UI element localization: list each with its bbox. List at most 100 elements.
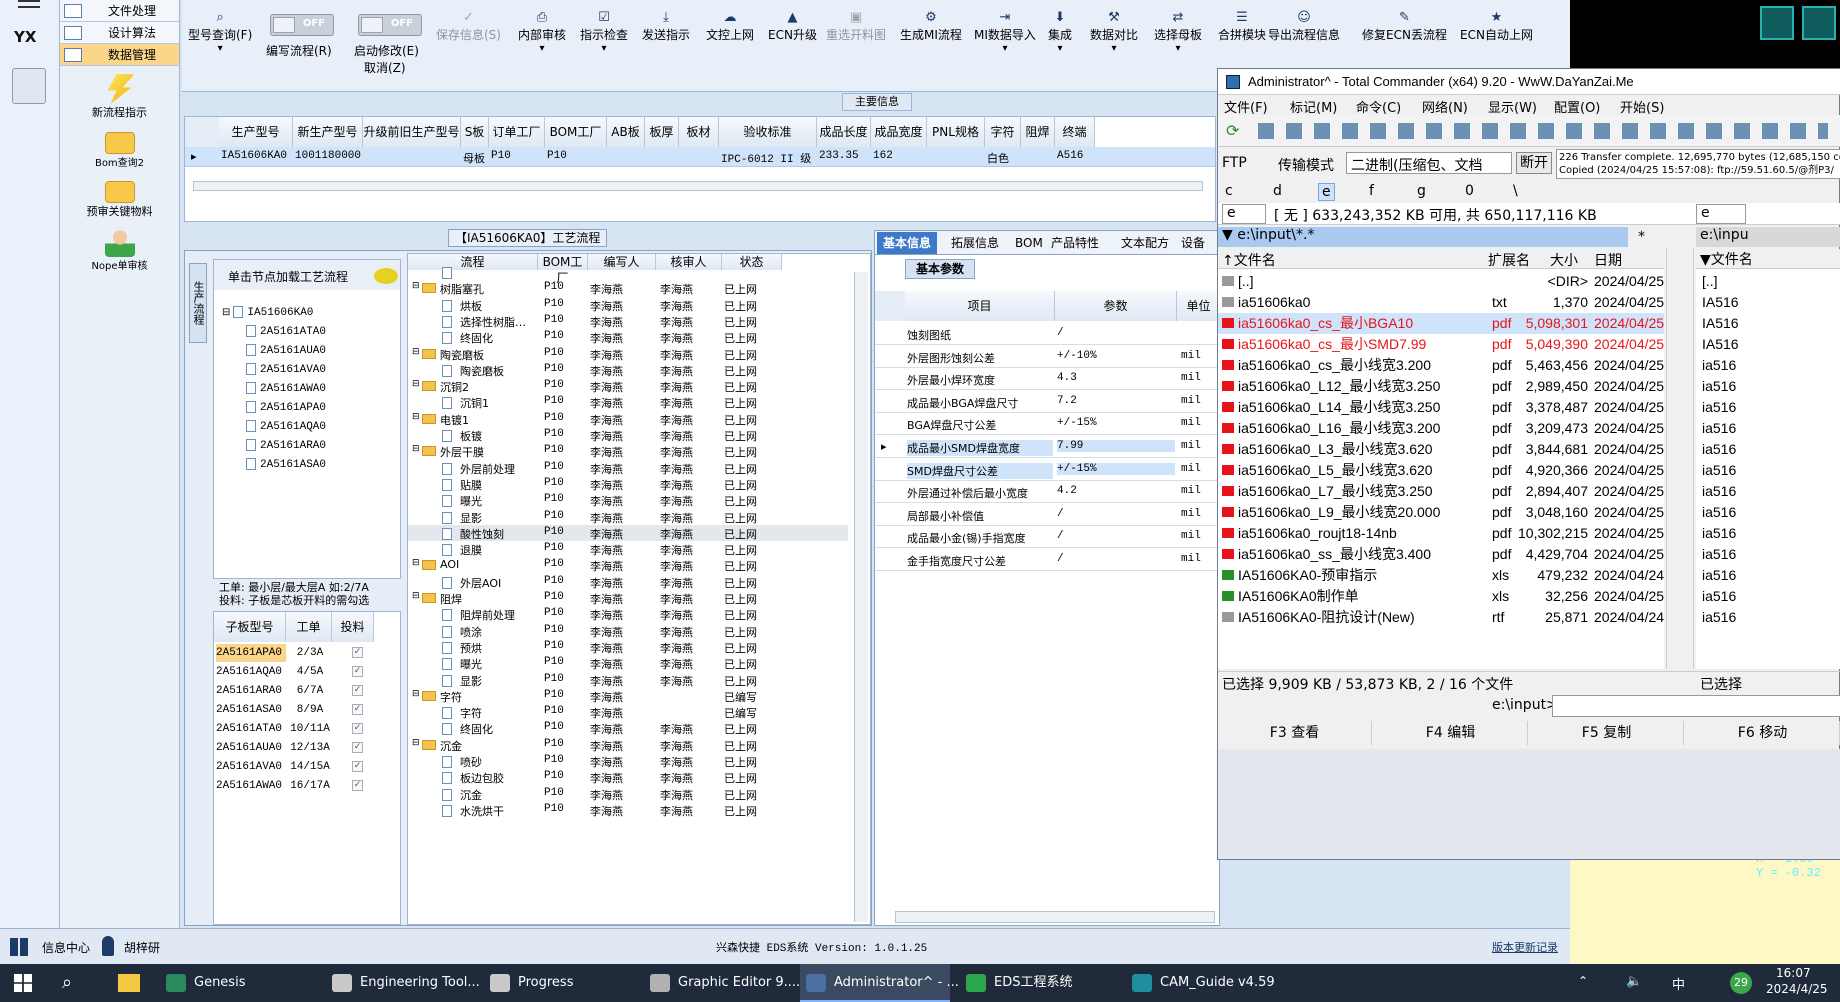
taskbar-app[interactable]: EDS工程系统 [960,964,1110,1002]
file-row[interactable]: ia516 [1696,355,1840,376]
cmd-input[interactable] [1552,695,1840,717]
taskbar-app[interactable]: Administrator^ - ... [800,964,959,1002]
column-header[interactable]: ↑文件名 [1222,250,1276,270]
refresh-icon[interactable]: ⟳ [1226,121,1239,140]
file-row[interactable]: ia51606ka0_L16_最小线宽3.200 pdf 3,209,473 2024… [1218,418,1664,439]
file-row[interactable]: [..] [1696,271,1840,292]
flow-row[interactable]: 板镀 P10 李海燕 李海燕 已上网 [408,427,848,443]
checkbox[interactable]: ✓ [352,685,363,696]
file-row[interactable]: ia516 [1696,502,1840,523]
collapse-icon[interactable]: ⊟ [412,444,420,454]
menu-item[interactable]: 开始(S) [1620,97,1664,116]
column-header[interactable]: 大小 [1550,250,1578,270]
file-row[interactable]: ia51606ka0_L14_最小线宽3.250 pdf 3,378,487 2024… [1218,397,1664,418]
function-key-button[interactable]: F5 复制 [1530,721,1684,745]
tree-node[interactable]: 2A5161AUA0 [222,340,398,359]
h-scrollbar[interactable] [193,181,1203,191]
menu-item[interactable]: 配置(O) [1554,97,1600,116]
flow-row[interactable]: 曝光 P10 李海燕 李海燕 已上网 [408,655,848,671]
table-cell[interactable]: 2A5161AQA0 [216,663,286,681]
file-row[interactable]: ia51606ka0_cs_最小BGA10 pdf 5,098,301 2024/04… [1218,313,1664,334]
table-cell[interactable]: 2A5161AWA0 [216,777,286,795]
compare-button[interactable]: ⚒ 数据对比 ▾ [1090,10,1138,54]
drive-button[interactable]: g [1414,183,1429,199]
table-cell[interactable]: 6/7A [288,682,332,700]
search-icon[interactable]: ⌕ [62,972,72,993]
gen-mi-button[interactable]: ⚙ 生成MI流程 [900,10,962,43]
file-row[interactable]: ia516 [1696,607,1840,628]
flow-row[interactable]: 阻焊前处理 P10 李海燕 李海燕 已上网 [408,606,848,622]
detail-tab[interactable]: 基本信息 [877,232,938,254]
flow-row[interactable]: 曝光 P10 李海燕 李海燕 已上网 [408,492,848,508]
clock-date[interactable]: 2024/4/25 [1766,982,1828,996]
flow-row[interactable]: ⊟ 外层干膜 P10 李海燕 李海燕 已上网 [408,443,848,459]
param-row[interactable]: 外层通过补偿后最小宽度 4.2 mil [875,481,1221,504]
flow-row[interactable]: ⊟ 沉金 P10 李海燕 李海燕 已上网 [408,737,848,753]
file-row[interactable]: ia516 [1696,523,1840,544]
flow-row[interactable]: 喷涂 P10 李海燕 李海燕 已上网 [408,623,848,639]
model-query-button[interactable]: ⌕ 型号查询(F) ▾ [188,10,252,54]
file-row[interactable]: IA51606KA0-阻抗设计(New) rtf 25,871 2024/04/24 [1218,607,1664,628]
v-scrollbar[interactable] [854,272,868,922]
integrate-button[interactable]: ⬇ 集成 ▾ [1048,10,1072,54]
clock-time[interactable]: 16:07 [1776,966,1811,980]
file-row[interactable]: ia51606ka0_L12_最小线宽3.250 pdf 2,989,450 2024… [1218,376,1664,397]
param-row[interactable]: SMD焊盘尺寸公差 +/-15% mil [875,459,1221,481]
flow-row[interactable]: 字符 P10 李海燕 已编写 [408,704,848,720]
param-row[interactable]: ▸ 成品最小SMD焊盘宽度 7.99 mil [875,436,1221,458]
flow-row[interactable]: 沉金 P10 李海燕 李海燕 已上网 [408,786,848,802]
file-row[interactable]: IA51606KA0制作单 xls 32,256 2024/04/25 [1218,586,1664,607]
file-row[interactable]: ia516 [1696,565,1840,586]
param-row[interactable]: 蚀刻图纸 / [875,323,1221,345]
collapse-icon[interactable]: ⊟ [412,689,420,699]
ime-indicator[interactable]: 中 [1672,974,1685,993]
column-header[interactable]: S板 [461,117,489,147]
reselect-cut-button[interactable]: ▣ 重选开料图 [826,10,886,43]
taskbar-app[interactable]: Graphic Editor 9.... [644,964,800,1002]
function-key-button[interactable]: F3 查看 [1218,721,1372,745]
param-row[interactable]: 金手指宽度尺寸公差 / mil [875,549,1221,571]
param-row[interactable]: BGA焊盘尺寸公差 +/-15% mil [875,413,1221,436]
column-header[interactable]: 订单工厂 [489,117,545,147]
drive-button[interactable]: e [1318,183,1335,201]
param-value[interactable]: / [1057,530,1175,542]
flow-row[interactable]: ⊟ 阻焊 P10 李海燕 李海燕 已上网 [408,590,848,606]
column-header[interactable]: 参数 [1055,291,1177,321]
volume-icon[interactable]: 🔈 [1626,974,1642,989]
flow-row[interactable] [408,264,848,280]
tc-tool-icons[interactable] [1258,123,1828,139]
export-flow-button[interactable]: ☺ 导出流程信息 [1268,10,1340,43]
tile-nope-review[interactable]: Nope单审核 [60,227,179,272]
side-tab-flow[interactable]: 生产流程 [189,263,207,343]
file-row[interactable]: ia51606ka0_L9_最小线宽20.000 pdf 3,048,160 2024… [1218,502,1664,523]
column-header[interactable]: PNL规格 [927,117,985,147]
flow-row[interactable]: 显影 P10 李海燕 李海燕 已上网 [408,672,848,688]
file-row[interactable]: ia516 [1696,586,1840,607]
collapse-icon[interactable]: ⊟ [412,412,420,422]
cancel-button[interactable]: 取消(Z) [364,59,406,76]
column-header[interactable]: BOM工厂 [545,117,607,147]
file-row[interactable]: ia516 [1696,376,1840,397]
menu-item[interactable]: 显示(W) [1488,97,1537,116]
select-master-button[interactable]: ⇄ 选择母板 ▾ [1154,10,1202,54]
filter-label[interactable]: * [1638,229,1645,245]
taskbar-app[interactable]: Engineering Tool... [326,964,480,1002]
table-cell[interactable]: 2A5161AUA0 [216,739,286,757]
send-button[interactable]: ⤓ 发送指示 [642,10,690,43]
column-header[interactable]: 成品宽度 [871,117,927,147]
write-flow-toggle[interactable]: OFF [270,14,334,36]
checkbox[interactable]: ✓ [352,761,363,772]
file-row[interactable]: ia516 [1696,439,1840,460]
file-row[interactable]: IA516 [1696,334,1840,355]
column-header[interactable]: 升级前旧生产型号 [363,117,461,147]
detail-tab[interactable]: BOM [1009,232,1049,254]
file-row[interactable]: IA516 [1696,313,1840,334]
flow-row[interactable]: 贴膜 P10 李海燕 李海燕 已上网 [408,476,848,492]
flow-row[interactable]: 沉铜1 P10 李海燕 李海燕 已上网 [408,394,848,410]
sub-tab-basic[interactable]: 基本参数 [905,259,976,279]
column-header[interactable]: 成品长度 [817,117,871,147]
param-row[interactable]: 成品最小金(锡)手指宽度 / mil [875,526,1221,549]
tree-root[interactable]: ⊟ IA51606KA0 [222,302,398,321]
column-header[interactable]: 板材 [679,117,719,147]
param-value[interactable]: 4.3 [1057,372,1175,384]
